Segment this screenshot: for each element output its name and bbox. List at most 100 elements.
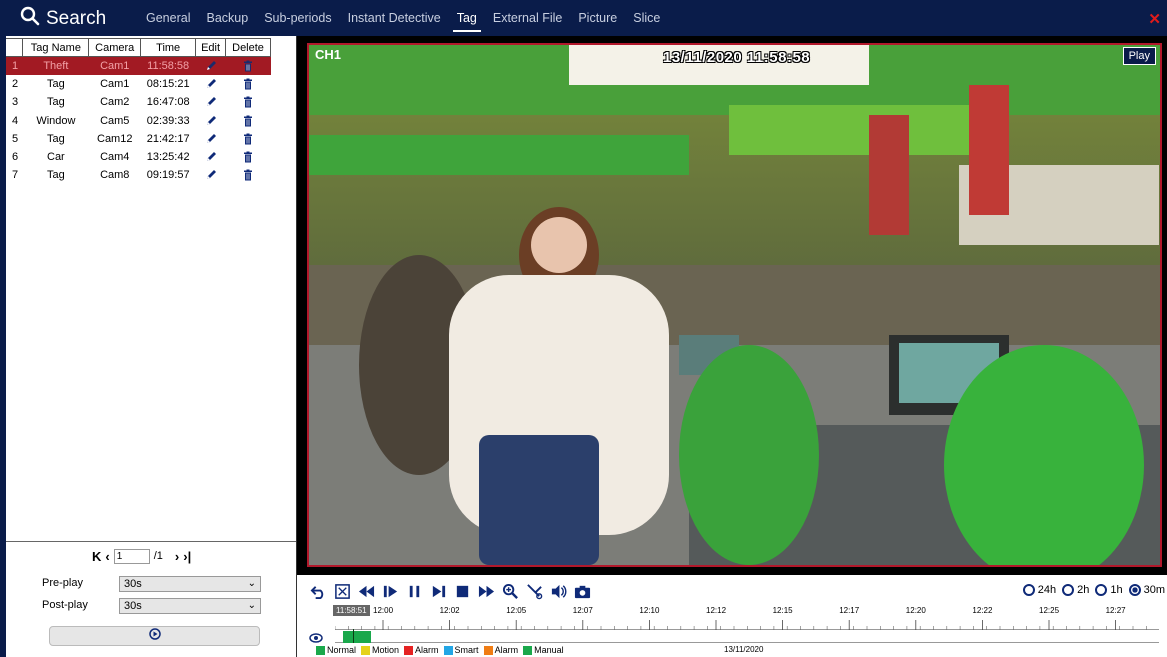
tab-general[interactable]: General — [138, 0, 198, 36]
edit-tag-button[interactable] — [196, 148, 226, 166]
trash-icon — [242, 96, 254, 108]
top-bar: Search General Backup Sub-periods Instan… — [0, 0, 1167, 36]
row-index: 2 — [12, 77, 19, 90]
search-title: Search — [20, 6, 106, 32]
table-row[interactable]: 3 Tag Cam2 16:47:08 — [6, 93, 271, 111]
row-index: 6 — [12, 151, 19, 164]
timeline-label: 12:12 — [706, 606, 727, 615]
legend-item: Manual — [523, 645, 564, 655]
timeline-cursor-time[interactable]: 11:58:51 — [333, 605, 370, 616]
row-camera: Cam4 — [100, 151, 130, 164]
next-frame-icon[interactable] — [429, 582, 447, 600]
timeline-label: 12:20 — [905, 606, 926, 615]
pagination: K ‹ /1 › ›| — [92, 548, 191, 564]
table-row[interactable]: 1 Theft Cam1 11:58:58 — [6, 56, 271, 75]
delete-tag-button[interactable] — [226, 111, 271, 129]
preplay-value: 30s — [124, 578, 142, 590]
close-icon[interactable]: ✕ — [1148, 10, 1161, 28]
table-row[interactable]: 7 Tag Cam8 09:19:57 — [6, 166, 271, 184]
recording-track[interactable] — [335, 629, 1159, 643]
column-header-delete: Delete — [225, 38, 271, 57]
postplay-select[interactable]: 30s ⌄ — [119, 598, 261, 614]
edit-tag-button[interactable] — [196, 111, 226, 129]
tab-instant-detective[interactable]: Instant Detective — [340, 0, 449, 36]
row-tag-name: Car — [47, 151, 65, 164]
prev-page-icon[interactable]: ‹ — [105, 549, 109, 564]
search-window: Search General Backup Sub-periods Instan… — [0, 0, 1167, 657]
fast-forward-icon[interactable] — [477, 582, 495, 600]
preplay-select[interactable]: 30s ⌄ — [119, 576, 261, 592]
tab-tag[interactable]: Tag — [449, 0, 485, 36]
playback-controls — [309, 580, 591, 602]
trash-icon — [242, 151, 254, 163]
row-tag-name: Tag — [47, 96, 65, 109]
tab-picture[interactable]: Picture — [570, 0, 625, 36]
preplay-label: Pre-play — [42, 577, 83, 589]
row-tag-name: Tag — [47, 132, 65, 145]
column-header-time: Time — [140, 38, 197, 57]
first-page-icon[interactable]: K — [92, 549, 101, 564]
row-time: 11:58:58 — [140, 56, 196, 75]
delete-tag-button[interactable] — [225, 56, 271, 75]
tab-external-file[interactable]: External File — [485, 0, 570, 36]
delete-tag-button[interactable] — [226, 75, 271, 93]
table-row[interactable]: 4 Window Cam5 02:39:33 — [6, 111, 271, 129]
tab-sub-periods[interactable]: Sub-periods — [256, 0, 339, 36]
table-row[interactable]: 6 Car Cam4 13:25:42 — [6, 148, 271, 166]
range-label: 24h — [1037, 584, 1057, 596]
edit-tag-button[interactable] — [196, 75, 226, 93]
range-option-30m[interactable]: 30m — [1128, 584, 1165, 596]
timeline-label: 12:07 — [572, 606, 593, 615]
tab-backup[interactable]: Backup — [198, 0, 256, 36]
next-page-icon[interactable]: › — [175, 549, 179, 564]
step-forward-icon[interactable] — [381, 582, 399, 600]
playback-status-badge: Play — [1122, 47, 1156, 65]
delete-tag-button[interactable] — [226, 130, 271, 148]
snapshot-icon[interactable] — [573, 582, 591, 600]
timeline-scale: 12:00 12:02 12:05 12:07 12:10 12:12 12:15 12:17… — [335, 604, 1159, 630]
edit-tag-button[interactable] — [195, 56, 226, 75]
trash-icon — [242, 133, 254, 145]
range-option-1h[interactable]: 1h — [1095, 584, 1123, 596]
video-viewport[interactable]: CH1 13/11/2020 11:58:58 Play — [307, 43, 1162, 567]
page-number-input[interactable] — [113, 548, 150, 564]
tab-slice[interactable]: Slice — [625, 0, 668, 36]
radio-icon — [1095, 584, 1108, 596]
edit-tag-button[interactable] — [196, 130, 226, 148]
delete-tag-button[interactable] — [226, 148, 271, 166]
delete-tag-button[interactable] — [226, 166, 271, 184]
rewind-icon[interactable] — [357, 582, 375, 600]
delete-tag-button[interactable] — [226, 93, 271, 111]
eye-icon[interactable] — [309, 631, 323, 643]
timeline-legend: Normal Motion Alarm Smart Alarm Manual — [316, 645, 564, 655]
row-index: 4 — [12, 114, 19, 127]
undo-icon[interactable] — [309, 582, 327, 600]
volume-icon[interactable] — [549, 582, 567, 600]
row-time: 16:47:08 — [146, 96, 190, 109]
range-option-24h[interactable]: 24h — [1022, 584, 1057, 596]
row-tag-name: Tag — [47, 77, 65, 90]
osd-timestamp: 13/11/2020 11:58:58 — [663, 49, 811, 66]
edit-tag-button[interactable] — [196, 93, 226, 111]
pencil-icon — [205, 133, 217, 145]
tag-panel: Tag Name Camera Time Edit Delete 1 Theft C… — [6, 36, 297, 657]
chevron-down-icon: ⌄ — [247, 600, 256, 611]
tag-table: Tag Name Camera Time Edit Delete 1 Theft C… — [6, 38, 271, 185]
fullscreen-icon[interactable] — [333, 582, 351, 600]
clip-icon[interactable] — [525, 582, 543, 600]
trash-icon — [242, 114, 254, 127]
timeline-label: 12:05 — [506, 606, 527, 615]
legend-swatch — [316, 645, 325, 655]
range-label: 30m — [1143, 584, 1165, 596]
last-page-icon[interactable]: ›| — [183, 549, 191, 564]
stop-icon[interactable] — [453, 582, 471, 600]
zoom-icon[interactable] — [501, 582, 519, 600]
timeline-label: 12:27 — [1105, 606, 1126, 615]
edit-tag-button[interactable] — [196, 166, 226, 184]
range-option-2h[interactable]: 2h — [1062, 584, 1089, 596]
table-row[interactable]: 2 Tag Cam1 08:15:21 — [6, 75, 271, 93]
row-index: 7 — [12, 169, 19, 182]
play-tag-button[interactable] — [49, 626, 260, 646]
table-row[interactable]: 5 Tag Cam12 21:42:17 — [6, 130, 271, 148]
pause-icon[interactable] — [405, 582, 423, 600]
